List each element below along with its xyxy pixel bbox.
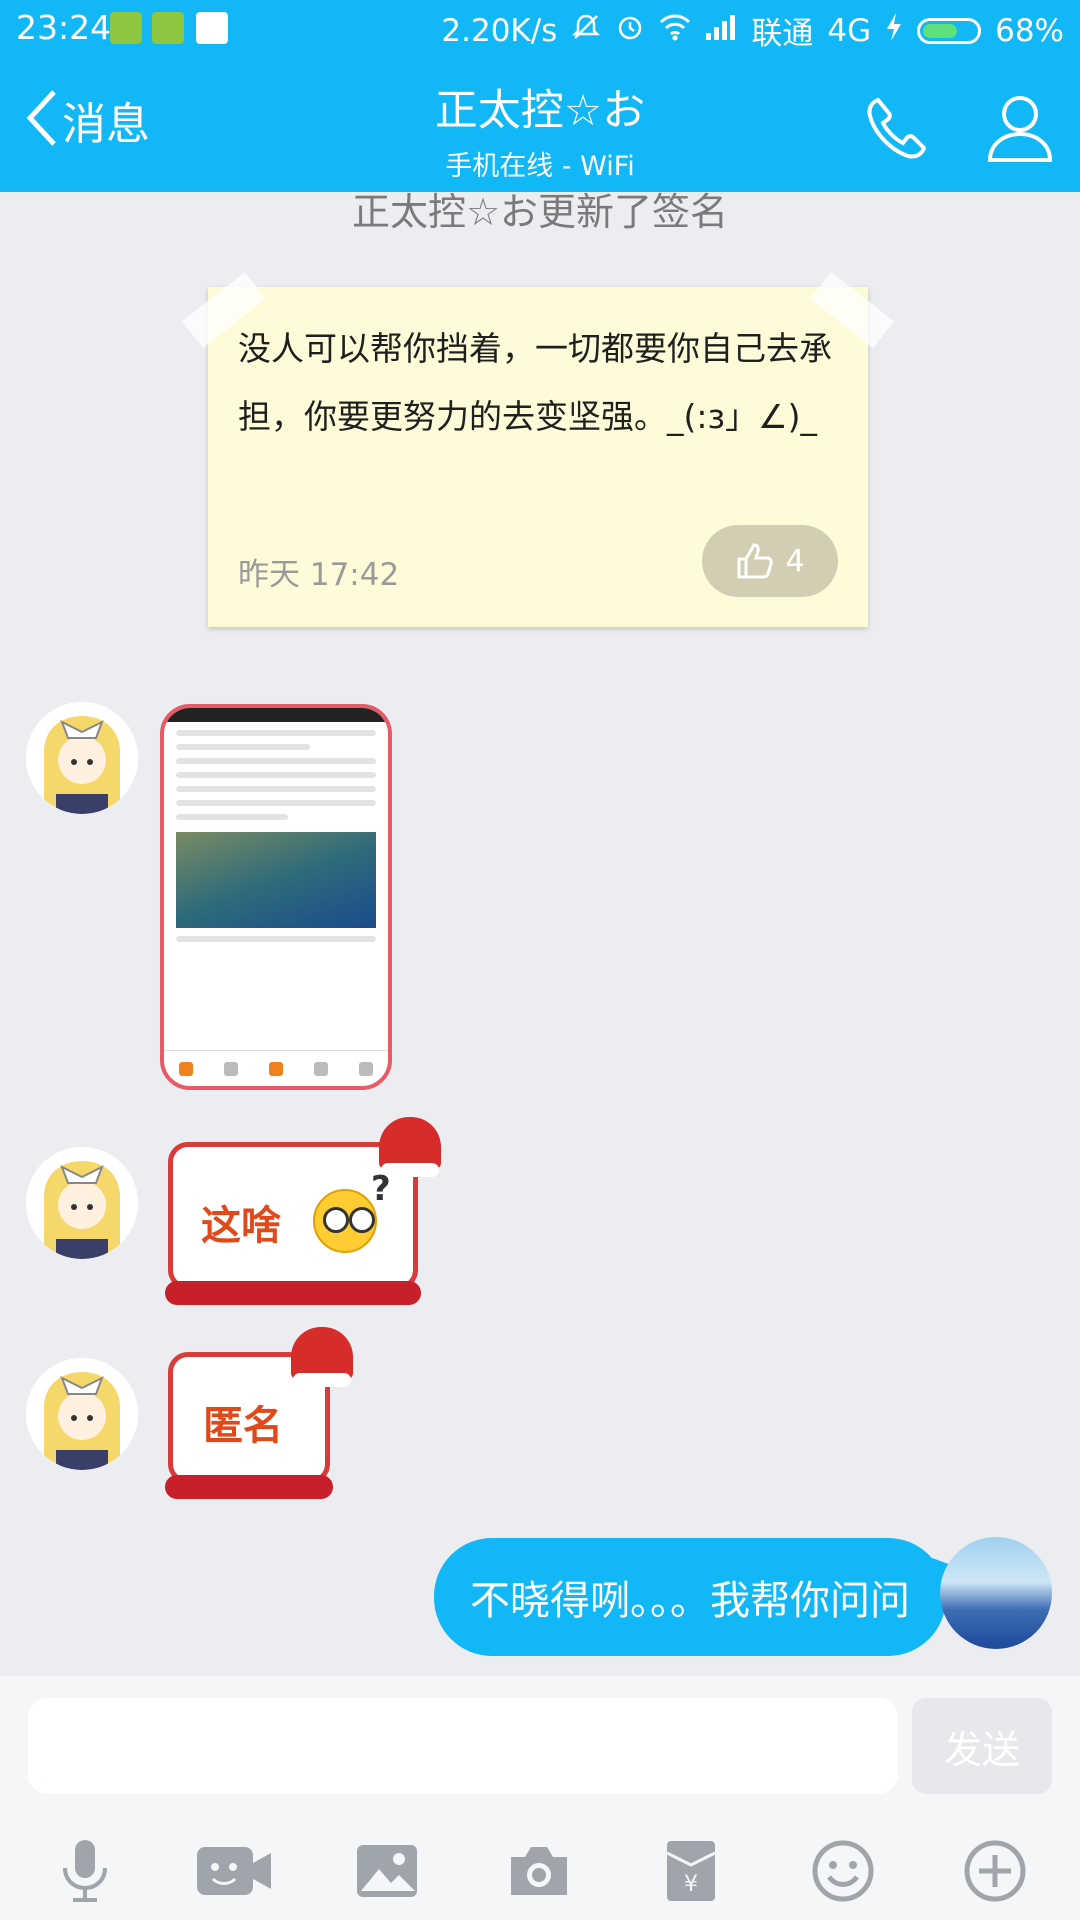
security-app-icon <box>110 12 142 44</box>
confused-face-icon <box>313 1189 377 1253</box>
signature-text: 没人可以帮你挡着，一切都要你自己去承担，你要更努力的去变坚强。_(:з」∠)_ <box>238 329 832 436</box>
plus-button[interactable] <box>950 1826 1040 1916</box>
input-bar: 发送 ¥ <box>0 1676 1080 1920</box>
profile-button[interactable] <box>980 88 1060 168</box>
image-icon <box>357 1845 417 1897</box>
carrier-label: 联通 <box>751 16 814 52</box>
red-packet-button[interactable]: ¥ <box>646 1826 736 1916</box>
my-avatar[interactable] <box>940 1537 1052 1649</box>
image-button[interactable] <box>342 1826 432 1916</box>
chat-area[interactable]: 正太控☆お更新了签名 没人可以帮你挡着，一切都要你自己去承担，你要更努力的去变坚… <box>0 192 1080 1692</box>
sticker-text: 这啥 <box>201 1202 281 1249</box>
emoji-icon <box>812 1840 874 1902</box>
status-bar: 23:24 2.20K/s 联通 4G 68% <box>0 0 1080 58</box>
net-speed: 2.20K/s <box>441 12 558 49</box>
question-mark-icon: ? <box>371 1169 391 1209</box>
sticker-message[interactable]: 这啥 ? <box>165 1117 441 1305</box>
microphone-icon <box>63 1840 107 1902</box>
sim-app-icon <box>152 12 184 44</box>
battery-percent: 68% <box>995 12 1064 49</box>
ribbon-decoration <box>165 1475 333 1499</box>
chat-header: 消息 正太控☆お 手机在线 - WiFi <box>0 58 1080 192</box>
like-button[interactable]: 4 <box>702 525 838 597</box>
phone-icon <box>867 97 927 159</box>
photo-thumbnail <box>176 832 376 928</box>
alarm-icon <box>615 12 645 50</box>
my-message-bubble[interactable]: 不晓得咧。。。我帮你问问 <box>434 1538 960 1656</box>
qq-app-icon <box>196 12 228 44</box>
input-toolbar: ¥ <box>0 1826 1080 1916</box>
santa-hat-decoration <box>291 1327 353 1387</box>
my-message-text: 不晓得咧。。。我帮你问问 <box>470 1578 910 1624</box>
like-count: 4 <box>785 543 805 579</box>
system-note: 正太控☆お更新了签名 <box>351 190 729 234</box>
signature-card[interactable]: 没人可以帮你挡着，一切都要你自己去承担，你要更努力的去变坚强。_(:з」∠)_ … <box>182 271 894 627</box>
send-button[interactable]: 发送 <box>912 1698 1052 1794</box>
screenshot-image-message[interactable] <box>160 704 392 1090</box>
video-icon <box>197 1847 271 1895</box>
profile-icon <box>987 96 1053 162</box>
contact-avatar[interactable] <box>26 702 138 814</box>
red-packet-icon: ¥ <box>666 1841 716 1901</box>
contact-avatar[interactable] <box>26 1147 138 1259</box>
thumbs-up-icon <box>737 543 774 579</box>
emoji-button[interactable] <box>798 1826 888 1916</box>
status-time: 23:24 <box>16 8 112 47</box>
ribbon-decoration <box>165 1281 421 1305</box>
signature-time: 昨天 17:42 <box>238 557 400 593</box>
sticker-message[interactable]: 匿名 <box>165 1327 353 1499</box>
contact-avatar[interactable] <box>26 1358 138 1470</box>
svg-text:¥: ¥ <box>684 1872 698 1897</box>
phone-call-button[interactable] <box>856 88 936 168</box>
battery-icon <box>917 17 982 44</box>
charging-icon <box>885 12 903 50</box>
signal-icon <box>705 13 737 49</box>
voice-button[interactable] <box>40 1826 130 1916</box>
mute-bell-icon <box>571 12 601 50</box>
wifi-icon <box>659 13 691 49</box>
sticker-text: 匿名 <box>203 1402 283 1449</box>
video-button[interactable] <box>190 1826 280 1916</box>
camera-button[interactable] <box>494 1826 584 1916</box>
camera-icon <box>511 1847 567 1895</box>
santa-hat-decoration <box>379 1117 441 1177</box>
plus-icon <box>964 1840 1026 1902</box>
message-input[interactable] <box>28 1698 898 1794</box>
network-type: 4G <box>827 12 872 49</box>
